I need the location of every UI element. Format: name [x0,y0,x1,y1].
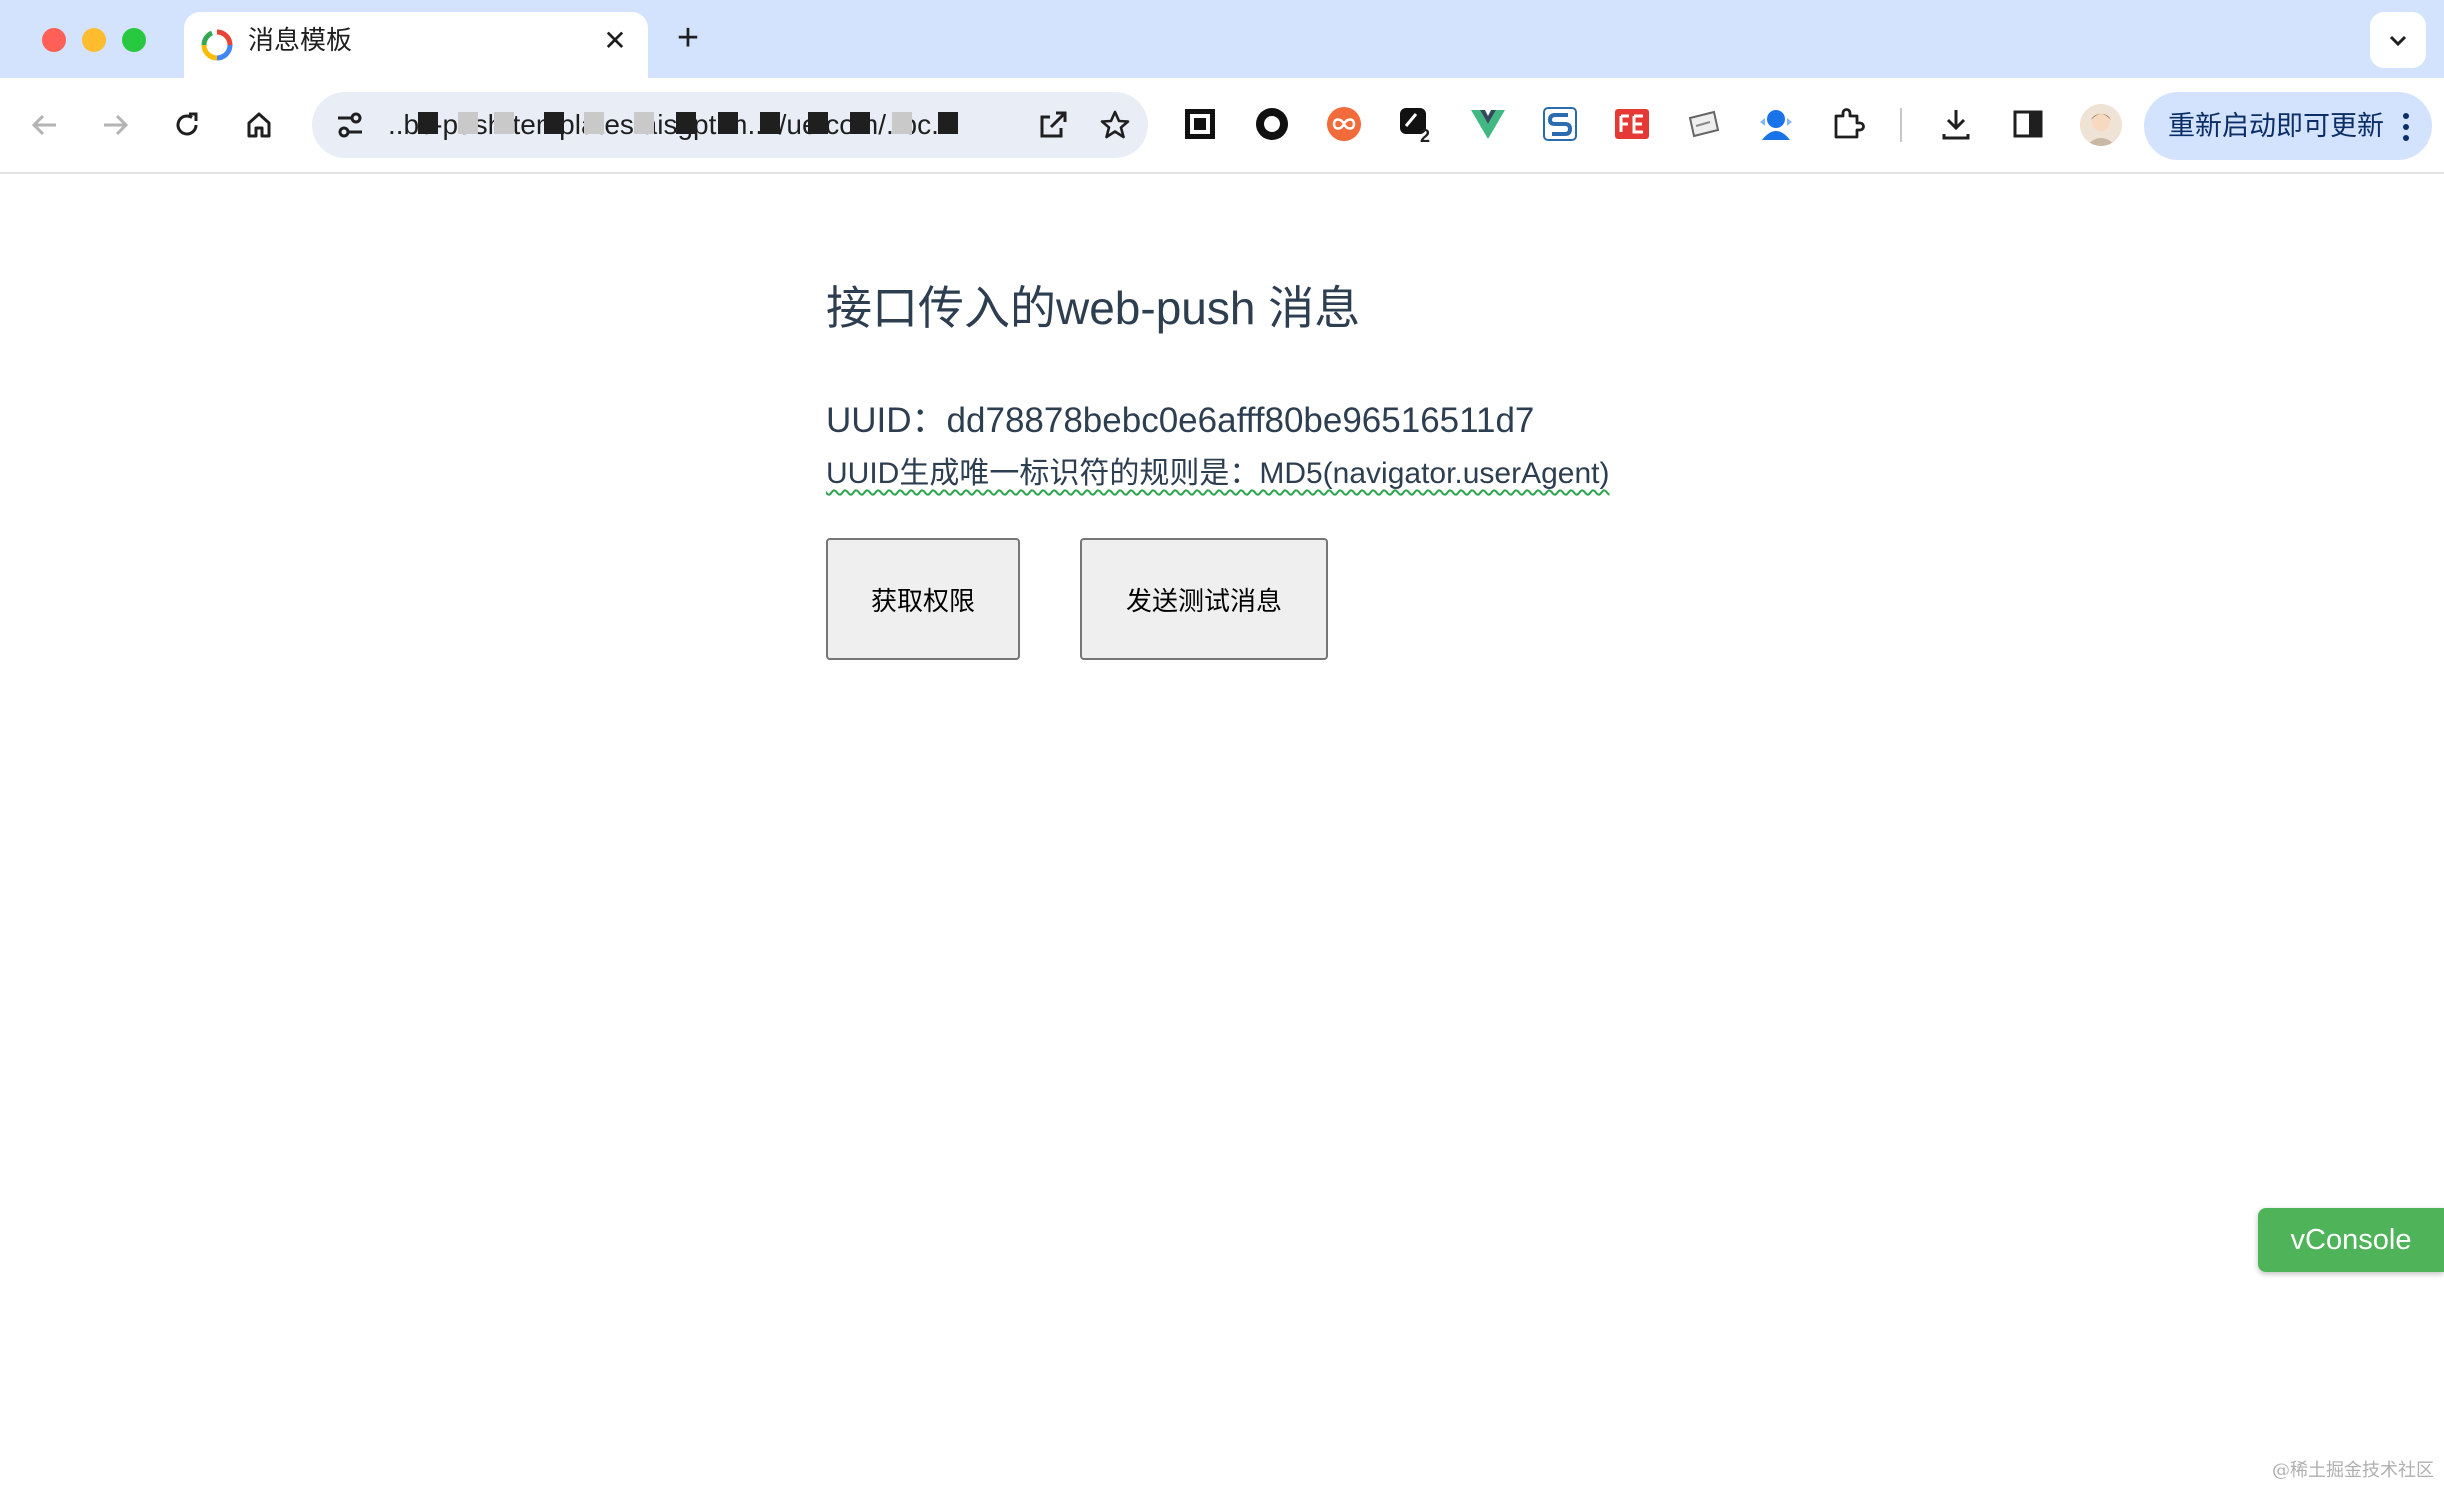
tab-search-button[interactable] [2370,12,2426,68]
home-icon [247,112,271,138]
fe-extension-icon[interactable] [1612,104,1652,144]
forward-button[interactable] [90,100,140,150]
browser-toolbar: ..bc-push-templates.aisgpt.m..../ue.com/… [0,78,2444,174]
close-window-button[interactable] [42,28,66,52]
extension-badge: 2 [1420,126,1431,146]
home-button[interactable] [234,100,284,150]
dev-extension-icon[interactable]: 2 [1396,104,1436,146]
update-button-label: 重新启动即可更新 [2168,111,2384,141]
extensions-puzzle-icon[interactable] [1828,104,1868,144]
page-content: 接口传入的web-push 消息 UUID：dd78878bebc0e6afff… [0,174,2444,1486]
uuid-rule-text: UUID生成唯一标识符的规则是：MD5(navigator.userAgent) [826,457,1610,490]
reload-icon [176,112,198,136]
minimize-window-button[interactable] [82,28,106,52]
qr-extension-icon[interactable] [1180,104,1220,144]
side-panel-button[interactable] [2008,104,2048,144]
download-button[interactable] [1936,104,1976,144]
reload-button[interactable] [162,100,212,150]
watermark: @稀土掘金技术社区 [2272,1460,2434,1481]
s-extension-icon[interactable] [1540,104,1580,144]
new-tab-button[interactable]: + [668,18,708,58]
bookmark-star-icon[interactable] [1098,108,1132,142]
translate-extension-icon[interactable] [1756,104,1796,144]
forward-arrow-icon [104,114,129,136]
back-arrow-icon [31,114,56,136]
active-tab[interactable]: 消息模板 ✕ [184,12,648,78]
uuid-value: UUID：dd78878bebc0e6afff80be96516511d7 [826,401,1535,440]
profile-avatar[interactable] [2080,104,2122,146]
relaunch-update-button[interactable]: 重新启动即可更新 [2144,92,2432,160]
vue-devtools-icon[interactable] [1468,104,1508,144]
address-bar[interactable]: ..bc-push-templates.aisgpt.m..../ue.com/… [312,92,1148,158]
open-external-icon[interactable] [1036,108,1070,142]
back-button[interactable] [20,100,70,150]
more-vert-icon[interactable] [2402,112,2410,142]
tab-strip: 消息模板 ✕ + [0,0,2444,78]
card-extension-icon[interactable] [1684,104,1724,144]
get-permission-button[interactable]: 获取权限 [826,538,1020,660]
maximize-window-button[interactable] [122,28,146,52]
vconsole-button[interactable]: vConsole [2258,1208,2444,1272]
circle-extension-icon[interactable] [1252,104,1292,144]
send-test-message-button[interactable]: 发送测试消息 [1080,538,1328,660]
tab-search-icon [2389,35,2407,47]
tab-close-icon[interactable]: ✕ [600,26,630,56]
side-panel-icon [2013,110,2043,138]
infinity-extension-icon[interactable] [1324,104,1364,144]
download-icon [1942,110,1970,140]
tab-title: 消息模板 [248,25,353,55]
page-title: 接口传入的web-push 消息 [826,282,1361,334]
tab-favicon-icon [201,29,233,61]
site-info-icon[interactable] [330,105,370,145]
toolbar-separator [1900,108,1902,142]
url-redaction-blocks [408,112,1028,138]
